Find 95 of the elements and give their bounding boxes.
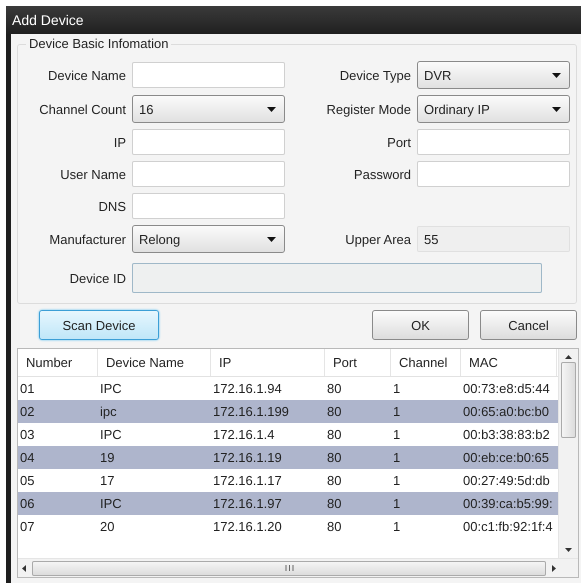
table-cell-text: 172.16.1.17 [212,473,283,488]
field-label: Device Name [46,68,126,82]
input-field[interactable] [132,193,285,219]
vertical-scrollbar[interactable] [558,349,578,558]
table-cell-text: 00:27:49:5d:db [462,473,551,488]
column-header[interactable]: Port [325,349,391,376]
dropdown[interactable]: Ordinary IP [417,95,570,123]
column-header[interactable]: Device Name [98,349,211,376]
table-cell-text: 1 [392,450,402,465]
table-cell-text: 80 [326,450,342,465]
table-cell-text: 1 [392,404,402,419]
table-cell-text: 07 [19,519,36,534]
table-cell-text: 00:c1:fb:92:1f:4 [462,519,554,534]
table-cell-text: 00:39:ca:b5:99: [462,496,554,511]
scroll-left-icon[interactable] [22,564,26,572]
dialog-button[interactable]: OK [372,310,469,340]
table-cell-text: 19 [99,450,116,465]
table-cell-text: 1 [392,473,402,488]
table-cell-text: 80 [326,496,342,511]
table-row[interactable]: 04 19 172.16.1.19 80 1 00:eb:ce:b0:65 [18,446,558,469]
table-cell-text: 00:eb:ce:b0:65 [462,450,550,465]
caret-icon [552,106,561,112]
table-cell-text: 00:73:e8:d5:44 [462,381,551,396]
column-header[interactable]: IP [211,349,325,376]
input-field[interactable] [132,129,285,155]
grip-icon [284,565,294,571]
column-header[interactable]: Number [18,349,98,376]
table-cell-text: 172.16.1.97 [212,496,283,511]
column-header[interactable]: Channel [391,349,461,376]
table-cell-text: 80 [326,473,342,488]
field-label: DNS [98,198,126,214]
table-cell-text: 1 [392,427,402,442]
group-title: Device Basic Infomation [26,36,172,51]
table-cell-text: 01 [19,381,36,396]
table-row[interactable]: 02 ipc 172.16.1.199 80 1 00:65:a0:bc:b0 [18,400,558,423]
field-label: Password [352,166,411,182]
table-cell-text: 80 [326,381,342,396]
table-cell-text: 20 [99,519,116,534]
table-row[interactable]: 03 IPC 172.16.1.4 80 1 00:b3:38:83:b2 [18,423,558,446]
input-field[interactable] [417,129,570,155]
field-label: Register Mode [325,102,411,116]
table-cell-text: 06 [19,496,36,511]
table-cell-text: 80 [326,519,342,534]
input-field[interactable] [132,62,285,88]
dialog-button[interactable]: Scan Device [39,310,159,340]
field-label: Upper Area [344,232,411,246]
scroll-down-icon[interactable] [565,548,572,552]
table-cell-text: 00:b3:38:83:b2 [462,427,551,442]
dialog-button[interactable]: Cancel [480,310,577,340]
field-label: Port [386,134,411,150]
table-row[interactable]: 05 17 172.16.1.17 80 1 00:27:49:5d:db [18,469,558,492]
password-field[interactable] [417,161,570,187]
table-cell-text: 1 [392,496,402,511]
caret-icon [267,106,276,112]
input-field[interactable] [132,161,285,187]
table-cell-text: 172.16.1.20 [212,519,283,534]
column-header[interactable]: MAC [461,349,557,376]
table-row[interactable]: 07 20 172.16.1.20 80 1 00:c1:fb:92:1f:4 [18,515,558,538]
table-cell-text: 80 [326,427,342,442]
caret-icon [552,72,561,78]
table-cell-text: 03 [19,427,36,442]
scroll-up-icon[interactable] [565,355,572,359]
table-cell-text: 172.16.1.19 [212,450,283,465]
field-label: Manufacturer [48,232,126,246]
dropdown[interactable]: DVR [417,61,570,89]
table-cell-text: 172.16.1.199 [212,404,290,419]
table-cell-text: 172.16.1.94 [212,381,283,396]
table-cell-text: 02 [19,404,36,419]
dropdown[interactable]: 16 [132,95,285,123]
table-cell-text: 04 [19,450,36,465]
table-cell-text: 172.16.1.4 [212,427,276,442]
input-field[interactable] [132,263,542,293]
field-label: User Name [59,166,126,182]
table-row[interactable]: 01 IPC 172.16.1.94 80 1 00:73:e8:d5:44 [18,377,558,400]
table-cell-text: 05 [19,473,36,488]
table-cell-text: IPC [99,381,123,396]
table-row[interactable]: 06 IPC 172.16.1.97 80 1 00:39:ca:b5:99: [18,492,558,515]
window-title: Add Device [6,6,581,34]
table-cell-text: 1 [392,519,402,534]
horizontal-scrollbar[interactable] [18,558,578,577]
field-label: IP [112,134,126,150]
table-cell-text: 17 [99,473,116,488]
field-label: Device Type [338,68,411,82]
field-label: Device ID [68,270,126,286]
readonly-field: 55 [417,226,570,252]
table-cell-text: IPC [99,496,123,511]
table-cell-text: ipc [99,404,118,419]
table-cell-text: 00:65:a0:bc:b0 [462,404,550,419]
table-cell-text: IPC [99,427,123,442]
scroll-right-icon[interactable] [552,564,556,572]
table-cell-text: 1 [392,381,402,396]
field-label: Channel Count [38,102,126,116]
dropdown[interactable]: Relong [132,225,285,253]
table-cell-text: 80 [326,404,342,419]
caret-icon [267,236,276,242]
